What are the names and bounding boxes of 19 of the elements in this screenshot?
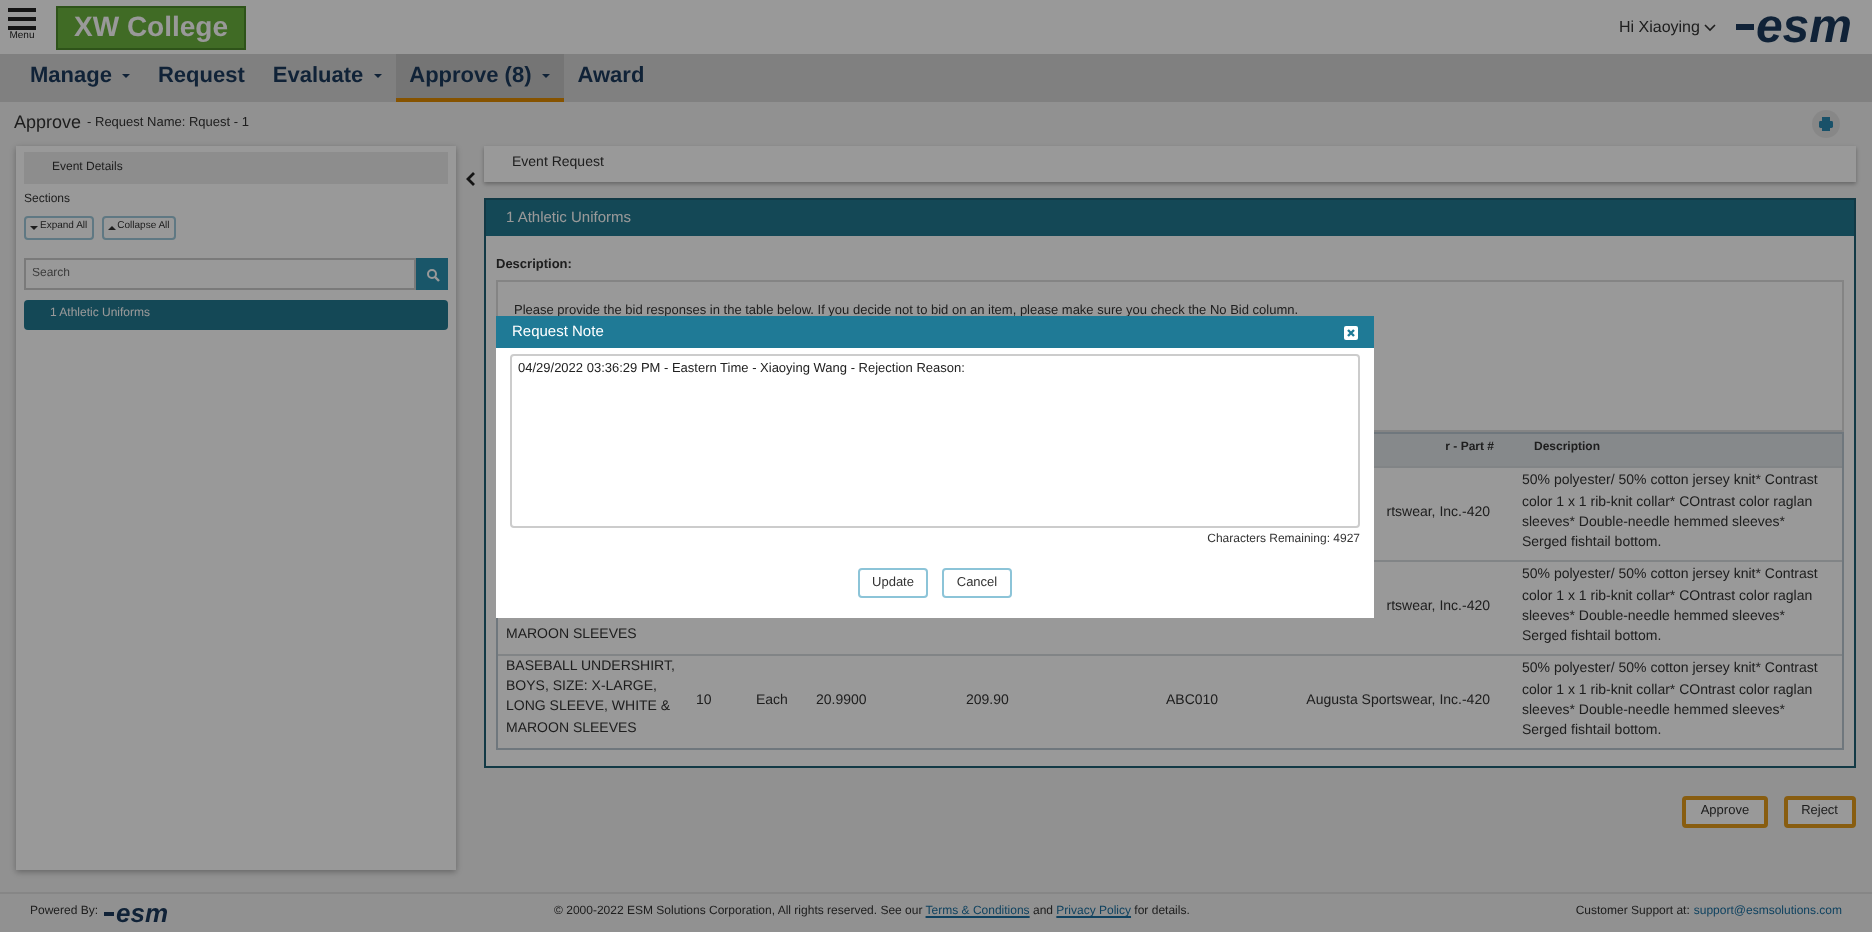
close-icon[interactable] xyxy=(1344,325,1358,339)
nav-tab[interactable]: Award xyxy=(563,54,659,102)
user-menu[interactable]: Hi Xiaoying xyxy=(1618,15,1716,39)
nav-tab[interactable]: Evaluate xyxy=(258,54,396,102)
caret-down-icon xyxy=(30,226,38,230)
caret-up-icon xyxy=(107,226,116,230)
page-title: Approve xyxy=(14,110,82,137)
chevron-down-icon xyxy=(1703,23,1716,31)
esm-logo: esm xyxy=(104,900,169,926)
esm-logo: esm xyxy=(1735,3,1852,51)
search-button[interactable] xyxy=(416,258,448,290)
menu-icon[interactable] xyxy=(8,8,36,31)
college-logo: XW College xyxy=(56,5,247,49)
collapse-icon[interactable] xyxy=(465,172,475,186)
nav-tab[interactable]: Approve (8) xyxy=(395,54,564,102)
search-icon xyxy=(425,267,439,281)
nav-tab[interactable]: Request xyxy=(143,54,259,102)
nav-tab[interactable]: Manage xyxy=(16,54,144,102)
print-button[interactable] xyxy=(1812,110,1840,138)
